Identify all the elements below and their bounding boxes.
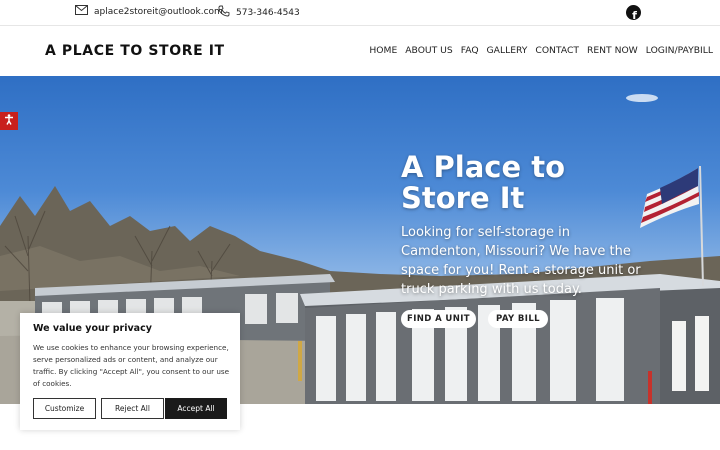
accept-all-button[interactable]: Accept All [165,398,227,419]
find-a-unit-button[interactable]: FIND A UNIT [401,310,476,328]
nav-about-us[interactable]: ABOUT US [405,45,452,56]
nav-login-paybill[interactable]: LOGIN/PAYBILL [646,45,713,56]
phone-contact[interactable]: 573-346-4543 [218,5,300,20]
email-contact[interactable]: aplace2storeit@outlook.com [75,5,223,18]
pay-bill-button[interactable]: PAY BILL [488,310,548,328]
customize-button[interactable]: Customize [33,398,96,419]
accessibility-button[interactable] [0,112,18,130]
site-logo[interactable]: A PLACE TO STORE IT [45,43,225,59]
nav-faq[interactable]: FAQ [461,45,479,56]
envelope-icon [75,5,88,18]
facebook-icon[interactable]: f [626,5,641,20]
main-nav: HOME ABOUT US FAQ GALLERY CONTACT RENT N… [369,45,713,56]
page: aplace2storeit@outlook.com 573-346-4543 … [0,0,720,450]
cookie-text: We use cookies to enhance your browsing … [33,343,230,388]
nav-home[interactable]: HOME [369,45,397,56]
email-text: aplace2storeit@outlook.com [94,6,223,17]
reject-all-button[interactable]: Reject All [101,398,164,419]
phone-icon [218,5,230,20]
phone-text: 573-346-4543 [236,7,300,18]
hero-title: A Place to Store It [401,150,566,215]
accessibility-icon [4,114,14,128]
nav-gallery[interactable]: GALLERY [487,45,528,56]
nav-contact[interactable]: CONTACT [535,45,579,56]
top-contact-bar: aplace2storeit@outlook.com 573-346-4543 … [0,0,720,26]
site-header: A PLACE TO STORE IT HOME ABOUT US FAQ GA… [0,26,720,76]
cookie-title: We value your privacy [33,323,152,334]
cookie-consent-banner: We value your privacy We use cookies to … [20,313,240,430]
hero-subtitle: Looking for self-storage in Camdenton, M… [401,225,641,297]
nav-rent-now[interactable]: RENT NOW [587,45,638,56]
